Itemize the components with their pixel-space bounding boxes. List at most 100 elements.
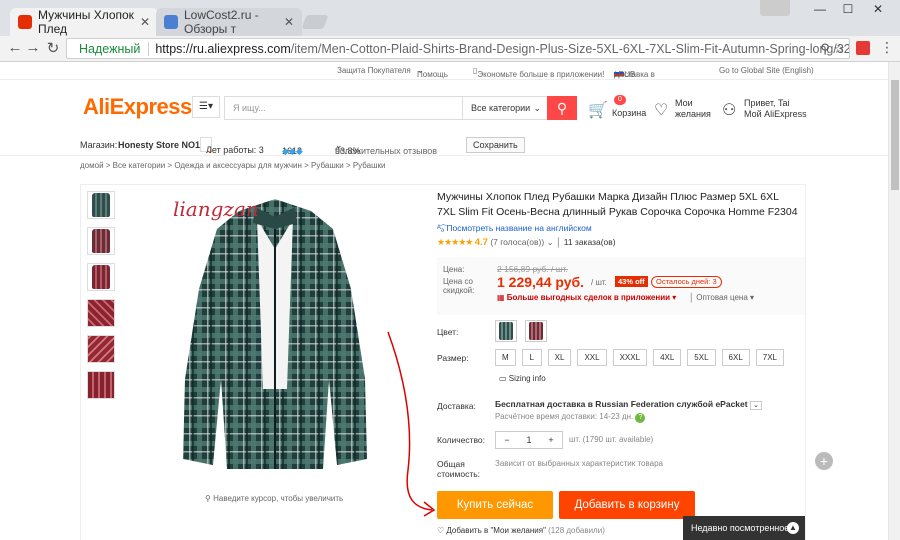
thumbnail[interactable] [87, 371, 115, 399]
search-icon: ⚲ [556, 100, 568, 116]
size-option[interactable]: L [521, 349, 542, 366]
add-to-wishlist-link[interactable]: ♡ Добавить в "Мои желания" (128 добавили… [437, 526, 605, 535]
window-close-icon[interactable]: ✕ [858, 2, 898, 16]
browser-tab-inactive[interactable]: LowCost2.ru - Обзоры т ✕ [156, 8, 302, 36]
size-options: M L XL XXL XXXL 4XL 5XL 6XL 7XL [495, 349, 784, 366]
help-link[interactable]: Помощь ⌄ [417, 66, 448, 79]
user-icon[interactable]: ⚇ [722, 100, 736, 120]
total-label: Общая стоимость: [437, 459, 481, 479]
ship-to-link[interactable]: Доставка в / RUB ⌄ [614, 66, 655, 79]
cart-label[interactable]: Корзина [612, 108, 646, 119]
quantity-value[interactable]: 1 [518, 435, 540, 445]
tab-title: LowCost2.ru - Обзоры т [184, 8, 259, 36]
save-store-button[interactable]: Сохранить [466, 137, 525, 153]
days-left-badge: Осталось дней: 3 [651, 276, 722, 288]
aliexpress-logo[interactable]: AliExpress [83, 94, 192, 120]
quantity-available: шт. (1790 шт. available) [569, 435, 654, 444]
size-option[interactable]: M [495, 349, 516, 366]
browser-tab-active[interactable]: Мужчины Хлопок Плед ✕ [10, 8, 158, 36]
thumbnail[interactable] [87, 191, 115, 219]
store-years[interactable]: Лет работы: 3 ⌄ [200, 137, 264, 155]
increment-button[interactable]: + [540, 435, 562, 445]
size-option[interactable]: XL [547, 349, 572, 366]
zoom-star-icons[interactable]: ⚲ ☆ [820, 41, 845, 57]
account-link[interactable]: Привет, Tai Мой AliExpress [744, 98, 807, 120]
profile-icon[interactable] [760, 0, 790, 16]
per-unit: / шт. [591, 278, 607, 287]
votes-link[interactable]: (7 голоса(ов)) [490, 237, 544, 247]
search-category-select[interactable]: Все категории ⌄ [462, 96, 548, 120]
thumbnail[interactable] [87, 263, 115, 291]
orders-count: 11 заказа(ов) [563, 237, 616, 247]
discount-price-label: Цена со скидкой: [443, 277, 475, 295]
decrement-button[interactable]: − [496, 435, 518, 445]
color-option-red[interactable] [525, 320, 547, 342]
shipping-option[interactable]: Бесплатная доставка в Russian Federation… [495, 399, 762, 410]
search-input[interactable]: Я ищу... [224, 96, 462, 120]
quantity-label: Количество: [437, 435, 486, 445]
delivery-time: Расчётное время доставки: 14-23 дн. ? [495, 412, 646, 423]
discount-badge: 43% off [615, 276, 648, 287]
close-tab-icon[interactable]: ✕ [284, 15, 294, 29]
back-icon[interactable]: ← [6, 39, 24, 56]
price-box: Цена: 2 156,89 руб. / шт. Цена со скидкой… [437, 257, 805, 315]
delivery-label: Доставка: [437, 401, 476, 411]
new-tab-button[interactable] [301, 15, 329, 29]
address-toolbar: ← → ↻ Надежный https://ru.aliexpress.com… [0, 36, 900, 62]
reload-icon[interactable]: ↻ [44, 39, 62, 57]
quantity-stepper[interactable]: − 1 + [495, 431, 563, 449]
category-menu-button[interactable]: ☰▾ [192, 96, 220, 118]
forward-icon[interactable]: → [24, 39, 42, 56]
recently-viewed-bar[interactable]: Недавно посмотренное ▲ [683, 516, 805, 540]
wishlist-link[interactable]: Мои желания [675, 98, 711, 120]
thumbnail[interactable] [87, 227, 115, 255]
color-label: Цвет: [437, 327, 459, 337]
translate-title-link[interactable]: ᴬ͡ₐ Посмотреть название на английском [437, 223, 592, 233]
lowcost-favicon-icon [164, 15, 178, 29]
top-utility-nav: Защита Покупателя Помощь ⌄ ▯ Экономьте б… [0, 62, 888, 80]
heart-icon[interactable]: ♡ [654, 100, 668, 120]
brand-watermark: liangzan [173, 197, 259, 221]
plus-circle-icon[interactable]: + [815, 452, 833, 470]
thumbnail[interactable] [87, 335, 115, 363]
buy-now-button[interactable]: Купить сейчас [437, 491, 553, 519]
store-name-link[interactable]: Honesty Store NO1 [118, 140, 200, 150]
size-option[interactable]: 4XL [653, 349, 682, 366]
size-option[interactable]: 5XL [687, 349, 716, 366]
old-price: 2 156,89 руб. / шт. [497, 264, 568, 274]
site-header: AliExpress ☰▾ Я ищу... Все категории ⌄ ⚲… [0, 80, 888, 132]
breadcrumb[interactable]: домой > Все категории > Одежда и аксессу… [80, 161, 386, 170]
extension-icon[interactable] [856, 41, 870, 55]
product-info: Мужчины Хлопок Плед Рубашки Марка Дизайн… [437, 185, 805, 540]
search-button[interactable]: ⚲ [547, 96, 577, 120]
size-option[interactable]: 6XL [721, 349, 750, 366]
sizing-info-link[interactable]: ▭ Sizing info [499, 374, 546, 383]
app-deals-link[interactable]: ▦ Больше выгодных сделок в приложении ▾ [497, 293, 676, 302]
rating-line: ★★★★★ 4.7 (7 голоса(ов)) ⌄ │ 11 заказа(о… [437, 237, 616, 248]
help-icon: ? [635, 413, 646, 423]
buyer-protection-link[interactable]: Защита Покупателя [337, 66, 411, 75]
secure-label: Надежный [79, 41, 150, 56]
size-option[interactable]: XXL [577, 349, 607, 366]
size-option[interactable]: XXXL [612, 349, 648, 366]
cart-icon[interactable]: 🛒 [588, 100, 608, 120]
webpage: Защита Покупателя Помощь ⌄ ▯ Экономьте б… [0, 62, 888, 540]
size-option[interactable]: 7XL [755, 349, 784, 366]
global-site-link[interactable]: Go to Global Site (English) [719, 66, 814, 75]
url-path: /item/Men-Cotton-Plaid-Shirts-Brand-Desi… [290, 41, 849, 56]
close-tab-icon[interactable]: ✕ [140, 15, 150, 29]
rating-value: 4.7 [474, 237, 488, 248]
url-input[interactable]: Надежный https://ru.aliexpress.com/item/… [66, 38, 850, 59]
app-savings-link[interactable]: ▯ Экономьте больше в приложении! [473, 66, 604, 79]
total-price-text: Зависит от выбранных характеристик товар… [495, 459, 663, 468]
color-option-green[interactable] [495, 320, 517, 342]
scrollbar-thumb[interactable] [891, 80, 899, 190]
browser-menu-icon[interactable]: ⋮ [880, 39, 894, 56]
thumbnail[interactable] [87, 299, 115, 327]
positive-feedback[interactable]: 93.8% положительных отзывов ⌄ [335, 140, 437, 156]
page-scrollbar[interactable] [888, 62, 900, 540]
tab-title: Мужчины Хлопок Плед [38, 8, 134, 36]
store-label: Магазин: [80, 140, 118, 150]
add-to-cart-button[interactable]: Добавить в корзину [559, 491, 695, 519]
wholesale-price-link[interactable]: │ Оптовая цена ▾ [689, 293, 754, 302]
